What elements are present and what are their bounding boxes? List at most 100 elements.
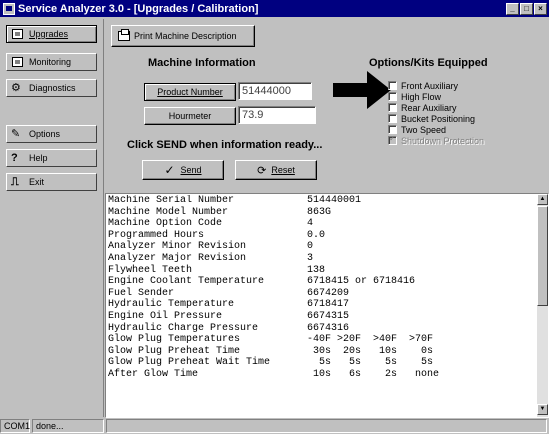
- report-value: 138: [307, 264, 326, 276]
- window-controls: _ □ ×: [506, 2, 547, 15]
- report-key: Engine Oil Pressure: [108, 310, 223, 322]
- report-value: 6718417: [307, 299, 350, 311]
- hourmeter-button[interactable]: Hourmeter: [144, 107, 236, 125]
- report-row: Hydraulic Charge Pressure 6674316: [108, 323, 536, 335]
- upgrades-icon: [11, 28, 25, 40]
- report-row: Glow Plug Preheat Wait Time 5s 5s 5s 5s: [108, 357, 536, 369]
- report-key: Hydraulic Temperature: [108, 299, 235, 311]
- send-button[interactable]: ✓ Send: [142, 160, 224, 180]
- sidebar-item-diagnostics[interactable]: ⚙ Diagnostics: [6, 79, 97, 97]
- report-row: Analyzer Major Revision 3: [108, 253, 536, 265]
- sidebar-item-exit[interactable]: ⎍ Exit: [6, 173, 97, 191]
- report-row: Machine Option Code 4: [108, 218, 536, 230]
- report-key: Machine Option Code: [108, 218, 223, 230]
- report-value: 5s 5s 5s 5s: [307, 357, 434, 369]
- app-icon[interactable]: [3, 2, 15, 15]
- sidebar-item-monitoring[interactable]: Monitoring: [6, 53, 97, 71]
- option-shutdown-protection: Shutdown Protection: [388, 134, 484, 146]
- report-key: Machine Serial Number: [108, 195, 235, 206]
- report-row: Fuel Sender 6674209: [108, 288, 536, 300]
- report-key: Hydraulic Charge Pressure: [108, 322, 259, 334]
- option-label: Front Auxiliary: [401, 80, 459, 91]
- monitoring-icon: [11, 56, 25, 68]
- option-label: Rear Auxiliary: [401, 102, 457, 113]
- product-number-button[interactable]: Product Number: [144, 83, 236, 101]
- maximize-button[interactable]: □: [520, 2, 533, 15]
- printer-icon: [118, 29, 130, 41]
- report-row: Engine Coolant Temperature 6718415 or 671…: [108, 276, 536, 288]
- report-row: Machine Serial Number 514440001: [108, 195, 536, 207]
- sidebar-item-help[interactable]: ? Help: [6, 149, 97, 167]
- report-row: Hydraulic Temperature 6718417: [108, 299, 536, 311]
- sidebar-item-label: Options: [29, 129, 61, 139]
- report-value: 4: [307, 218, 314, 230]
- report-row: Machine Model Number 863G: [108, 207, 536, 219]
- two-speed-checkbox[interactable]: [388, 125, 397, 134]
- sidebar-item-upgrades[interactable]: Upgrades: [6, 25, 97, 43]
- hourmeter-field[interactable]: 73.9: [238, 106, 316, 124]
- arrow-pointer-icon: [333, 71, 391, 109]
- scroll-up-icon[interactable]: ▲: [537, 194, 548, 205]
- reset-icon: ⟳: [257, 164, 267, 177]
- report-value: 6718415 or 6718416: [307, 276, 416, 288]
- report-value: 863G: [307, 206, 332, 218]
- option-two-speed[interactable]: Two Speed: [388, 124, 484, 135]
- high-flow-checkbox[interactable]: [388, 92, 397, 101]
- option-high-flow[interactable]: High Flow: [388, 91, 484, 102]
- option-label: High Flow: [401, 91, 442, 102]
- report-value: 514440001: [307, 195, 362, 206]
- report-key: Flywheel Teeth: [108, 264, 193, 276]
- product-number-label: Product Number: [157, 87, 223, 97]
- report-key: Glow Plug Preheat Wait Time: [108, 357, 271, 369]
- product-number-field[interactable]: 51444000: [238, 82, 312, 100]
- report-key: Glow Plug Temperatures: [108, 334, 241, 346]
- report-value: 3: [307, 252, 314, 264]
- report-key: Analyzer Minor Revision: [108, 241, 247, 253]
- options-kits-heading: Options/Kits Equipped: [369, 57, 488, 69]
- print-button-label: Print Machine Description: [134, 31, 237, 41]
- status-message: [106, 419, 547, 433]
- front-auxiliary-checkbox[interactable]: [388, 81, 397, 90]
- shutdown-protection-checkbox: [388, 134, 397, 145]
- help-icon: ?: [11, 152, 18, 164]
- option-bucket-positioning[interactable]: Bucket Positioning: [388, 113, 484, 124]
- report-value: 6674209: [307, 287, 350, 299]
- report-scrollbar[interactable]: ▲ ▼: [537, 194, 548, 417]
- report-key: After Glow Time: [108, 368, 199, 380]
- checkmark-icon: ✓: [164, 163, 175, 177]
- bucket-positioning-checkbox[interactable]: [388, 114, 397, 123]
- option-label: Two Speed: [401, 124, 447, 135]
- sidebar-item-options[interactable]: ✎ Options: [6, 125, 97, 143]
- option-front-auxiliary[interactable]: Front Auxiliary: [388, 80, 484, 91]
- report-key: Analyzer Major Revision: [108, 252, 247, 264]
- option-rear-auxiliary[interactable]: Rear Auxiliary: [388, 102, 484, 113]
- sidebar-item-label: Exit: [29, 177, 45, 187]
- report-key: Glow Plug Preheat Time: [108, 345, 241, 357]
- report-key: Fuel Sender: [108, 287, 175, 299]
- minimize-button[interactable]: _: [506, 2, 519, 15]
- machine-report-pane[interactable]: Machine Serial Number 514440001 Machine Mo…: [105, 193, 549, 418]
- scroll-down-icon[interactable]: ▼: [537, 404, 548, 415]
- print-machine-description-button[interactable]: Print Machine Description: [111, 25, 255, 47]
- reset-button[interactable]: ⟳ Reset: [235, 160, 317, 180]
- report-value: -40F >20F >40F >70F: [307, 334, 434, 346]
- option-label: Bucket Positioning: [401, 113, 476, 124]
- title-bar: Service Analyzer 3.0 - [Upgrades / Calib…: [0, 0, 549, 17]
- sidebar: Upgrades Monitoring ⚙ Diagnostics ✎ Opti…: [0, 19, 104, 417]
- report-row: Analyzer Minor Revision 0: [108, 241, 536, 253]
- diagnostics-icon: ⚙: [11, 82, 21, 94]
- report-row: Engine Oil Pressure 6674315: [108, 311, 536, 323]
- scroll-thumb[interactable]: [537, 206, 548, 306]
- reset-label: Reset: [271, 165, 295, 175]
- report-value: 0.0: [307, 229, 326, 241]
- report-key: Engine Coolant Temperature: [108, 276, 265, 288]
- report-row: Flywheel Teeth 138: [108, 265, 536, 277]
- report-value: 0: [307, 241, 314, 253]
- rear-auxiliary-checkbox[interactable]: [388, 103, 397, 112]
- close-button[interactable]: ×: [534, 2, 547, 15]
- report-value: 30s 20s 10s 0s: [307, 345, 434, 357]
- report-value: 6674316: [307, 322, 350, 334]
- machine-information-heading: Machine Information: [148, 57, 256, 69]
- report-row: Programmed Hours 0.0: [108, 230, 536, 242]
- report-row: Glow Plug Temperatures -40F >20F >40F >70…: [108, 334, 536, 346]
